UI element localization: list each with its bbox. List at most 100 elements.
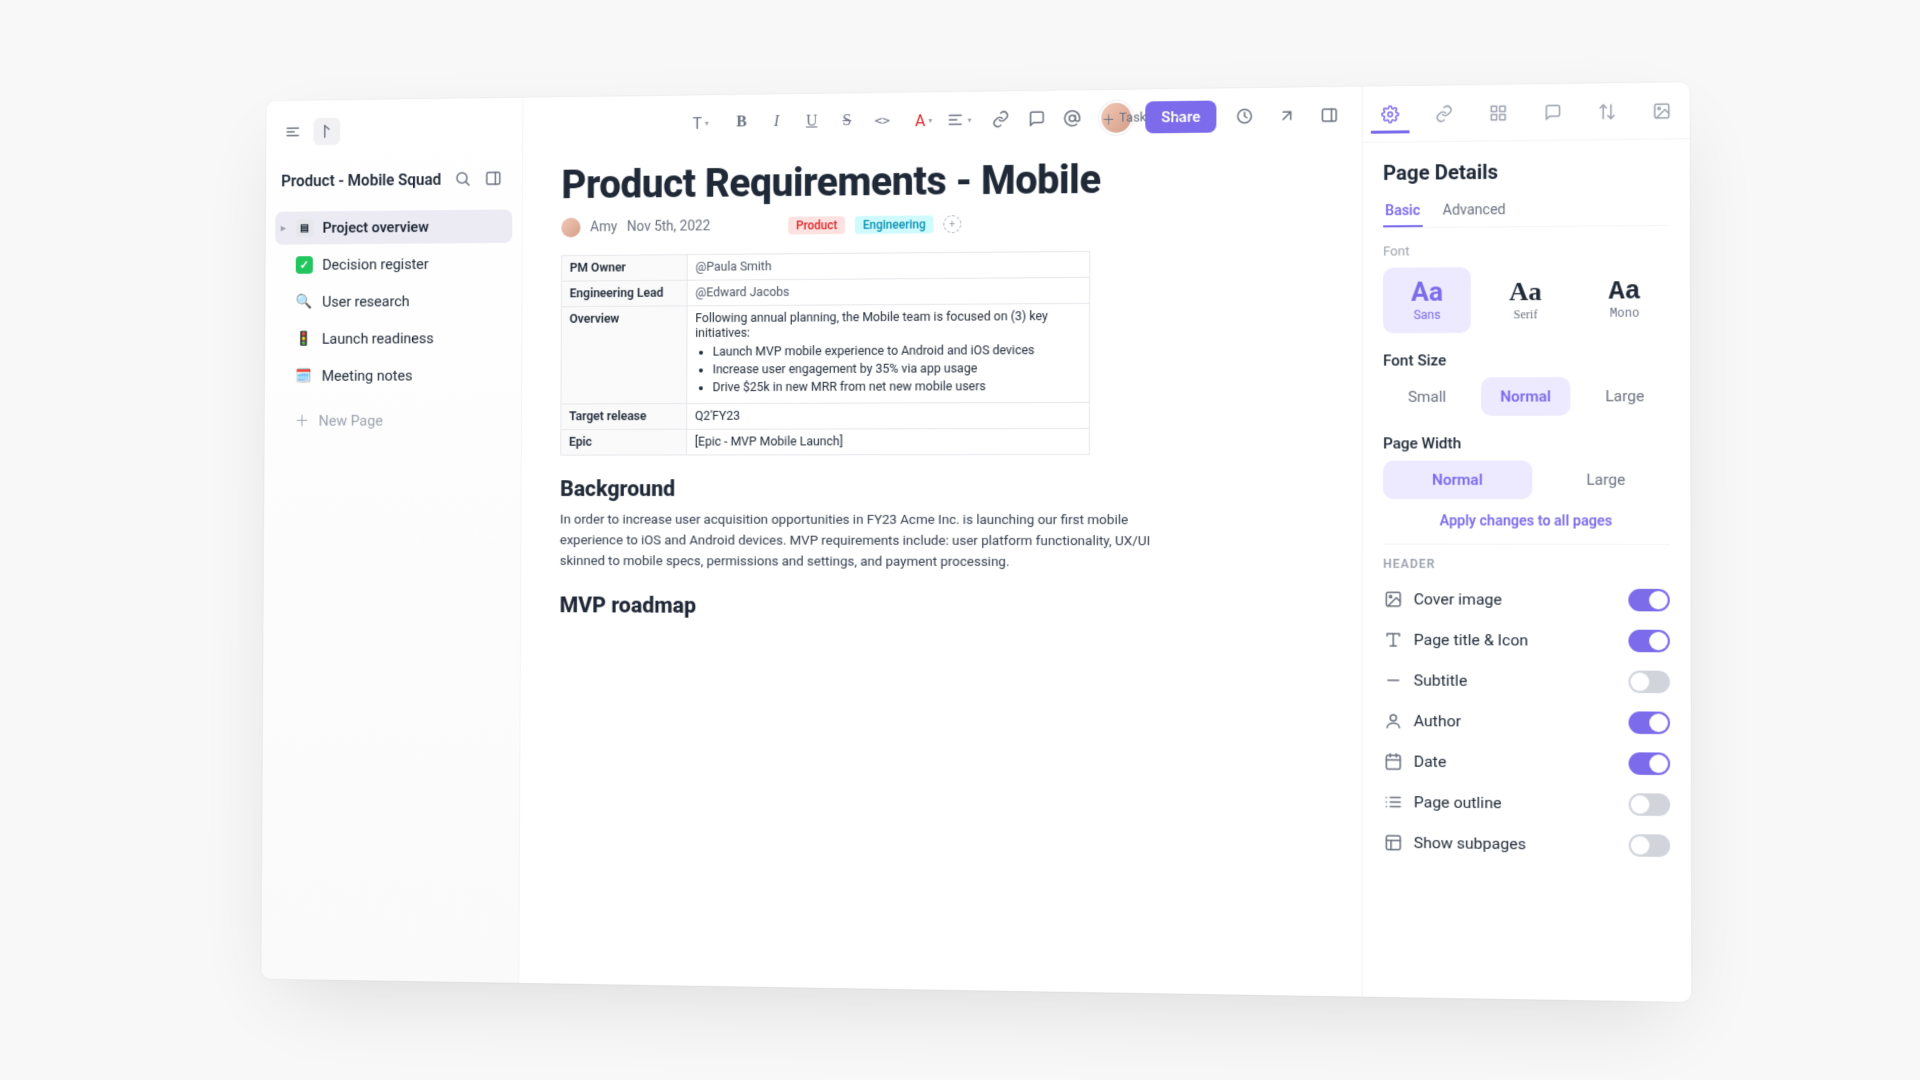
layout-icon bbox=[1383, 833, 1403, 852]
table-header: Target release bbox=[561, 404, 687, 430]
subtab-basic[interactable]: Basic bbox=[1383, 197, 1422, 228]
code-button[interactable]: <> bbox=[869, 107, 897, 135]
sidebar-nav: ▸ ▤ Project overview ✓ Decision register… bbox=[274, 209, 512, 392]
back-button[interactable] bbox=[314, 118, 341, 146]
topbar: T B I U S <> A bbox=[523, 87, 1362, 153]
section-heading-background[interactable]: Background bbox=[560, 477, 1321, 502]
tab-blocks[interactable] bbox=[1479, 93, 1518, 132]
width-normal[interactable]: Normal bbox=[1383, 460, 1532, 499]
table-cell[interactable]: Q2'FY23 bbox=[687, 402, 1090, 429]
sidebar-item-label: Launch readiness bbox=[322, 329, 434, 347]
toggle-switch[interactable] bbox=[1629, 711, 1670, 734]
align-dropdown[interactable] bbox=[945, 106, 973, 134]
tag-product[interactable]: Product bbox=[788, 216, 845, 234]
search-workspace-button[interactable] bbox=[449, 165, 476, 193]
toggle-label: Author bbox=[1414, 712, 1461, 731]
toggle-switch[interactable] bbox=[1629, 752, 1671, 775]
font-option-mono[interactable]: Aa Mono bbox=[1580, 266, 1669, 333]
font-option-serif[interactable]: Aa Serif bbox=[1481, 266, 1570, 332]
size-normal[interactable]: Normal bbox=[1481, 377, 1570, 416]
sidebar-item-decision-register[interactable]: ✓ Decision register bbox=[275, 247, 512, 282]
font-label: Font bbox=[1383, 242, 1669, 259]
tab-page-settings[interactable] bbox=[1370, 95, 1409, 134]
traffic-light-icon: 🚦 bbox=[295, 330, 312, 348]
tab-media[interactable] bbox=[1642, 91, 1681, 130]
text-color-dropdown[interactable]: A bbox=[910, 106, 938, 134]
table-cell[interactable]: [Epic - MVP Mobile Launch] bbox=[687, 428, 1090, 455]
more-button[interactable] bbox=[1162, 103, 1190, 131]
italic-button[interactable]: I bbox=[763, 108, 790, 136]
export-button[interactable] bbox=[1273, 101, 1301, 129]
tab-links[interactable] bbox=[1424, 94, 1463, 133]
header-section-label: HEADER bbox=[1383, 557, 1670, 572]
add-tag-button[interactable]: + bbox=[943, 215, 961, 233]
author-name: Amy bbox=[590, 219, 617, 235]
history-button[interactable] bbox=[1230, 102, 1258, 130]
main-area: T B I U S <> A bbox=[519, 87, 1361, 997]
calendar-icon: 🗓️ bbox=[295, 367, 312, 385]
toggle-right-panel-button[interactable] bbox=[1315, 101, 1343, 130]
section-heading-roadmap[interactable]: MVP roadmap bbox=[560, 593, 1322, 621]
requirements-table[interactable]: PM Owner @Paula Smith Engineering Lead @… bbox=[560, 251, 1090, 456]
page-width-label: Page Width bbox=[1383, 434, 1669, 453]
toggle-label: Page outline bbox=[1414, 793, 1502, 812]
toggle-switch[interactable] bbox=[1629, 834, 1671, 857]
tag-engineering[interactable]: Engineering bbox=[855, 215, 933, 234]
plus-icon: ＋ bbox=[295, 410, 309, 431]
mention[interactable]: @Edward Jacobs bbox=[695, 285, 789, 300]
caret-icon: ▸ bbox=[281, 223, 286, 234]
right-panel-tabs bbox=[1363, 82, 1690, 143]
mention-button[interactable] bbox=[1058, 104, 1086, 132]
right-panel: Page Details Basic Advanced Font Aa Sans… bbox=[1362, 82, 1692, 1002]
background-text[interactable]: In order to increase user acquisition op… bbox=[560, 510, 1190, 573]
tab-sort[interactable] bbox=[1588, 92, 1627, 131]
list-item: Launch MVP mobile experience to Android … bbox=[713, 343, 1081, 360]
bold-button[interactable]: B bbox=[728, 108, 755, 136]
font-size-selector: Small Normal Large bbox=[1383, 377, 1669, 416]
size-small[interactable]: Small bbox=[1383, 377, 1471, 416]
toggle-switch[interactable] bbox=[1628, 589, 1669, 612]
collapse-sidebar-button[interactable] bbox=[280, 118, 307, 146]
font-option-sans[interactable]: Aa Sans bbox=[1383, 267, 1471, 333]
tab-comments[interactable] bbox=[1533, 92, 1572, 131]
toggle-label: Date bbox=[1414, 753, 1447, 772]
list-item: Drive $25k in new MRR from net new mobil… bbox=[713, 379, 1081, 395]
plus-icon: ＋ bbox=[1102, 108, 1115, 127]
right-panel-body: Page Details Basic Advanced Font Aa Sans… bbox=[1363, 139, 1691, 885]
apply-to-all-button[interactable]: Apply changes to all pages bbox=[1383, 499, 1670, 545]
sidebar-item-user-research[interactable]: 🔍 User research bbox=[275, 284, 512, 319]
minus-icon bbox=[1383, 671, 1403, 689]
table-row: Target release Q2'FY23 bbox=[561, 402, 1090, 429]
size-large[interactable]: Large bbox=[1580, 377, 1669, 416]
table-header: Epic bbox=[561, 429, 687, 455]
strikethrough-button[interactable]: S bbox=[833, 107, 861, 135]
toggle-panel-button[interactable] bbox=[480, 164, 507, 192]
page-title[interactable]: Product Requirements - Mobile bbox=[561, 153, 1321, 208]
sidebar-item-project-overview[interactable]: ▸ ▤ Project overview bbox=[275, 209, 512, 244]
author-avatar bbox=[561, 218, 580, 238]
workspace-title-row[interactable]: Product - Mobile Squad bbox=[275, 160, 512, 198]
text-style-dropdown[interactable]: T bbox=[687, 109, 714, 137]
toggle-switch[interactable] bbox=[1628, 630, 1669, 653]
list-icon bbox=[1383, 793, 1403, 811]
image-icon bbox=[1383, 590, 1403, 608]
link-button[interactable] bbox=[987, 105, 1015, 133]
toggle-switch[interactable] bbox=[1629, 793, 1671, 816]
task-label: Task bbox=[1119, 110, 1146, 125]
mention[interactable]: @Paula Smith bbox=[695, 259, 771, 274]
add-task-button[interactable]: ＋ Task bbox=[1094, 105, 1154, 131]
sidebar-item-meeting-notes[interactable]: 🗓️ Meeting notes bbox=[274, 359, 511, 393]
sidebar-item-launch-readiness[interactable]: 🚦 Launch readiness bbox=[274, 321, 511, 355]
document[interactable]: Product Requirements - Mobile Amy Nov 5t… bbox=[521, 143, 1362, 670]
width-large[interactable]: Large bbox=[1542, 460, 1669, 499]
subtab-advanced[interactable]: Advanced bbox=[1441, 196, 1508, 227]
doc-icon: ▤ bbox=[296, 219, 313, 237]
underline-button[interactable]: U bbox=[798, 108, 825, 136]
check-icon: ✓ bbox=[296, 256, 313, 274]
toggle-switch[interactable] bbox=[1628, 671, 1669, 694]
toggle-row-page-outline: Page outline bbox=[1383, 782, 1670, 826]
new-page-label: New Page bbox=[319, 411, 383, 429]
comment-button[interactable] bbox=[1023, 105, 1051, 133]
new-page-button[interactable]: ＋ New Page bbox=[274, 400, 511, 441]
overview-cell[interactable]: Following annual planning, the Mobile te… bbox=[687, 303, 1090, 403]
